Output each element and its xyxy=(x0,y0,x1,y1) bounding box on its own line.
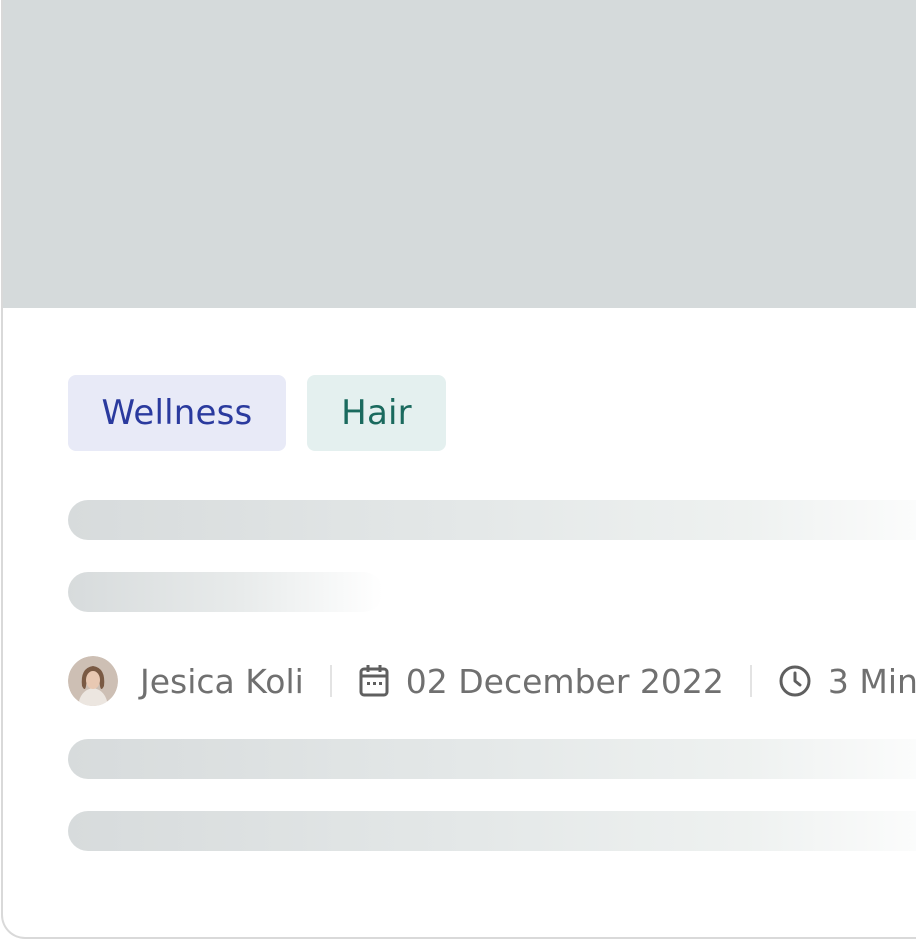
title-skeleton-line-1 xyxy=(68,500,916,540)
article-card[interactable]: Wellness Hair Jesica Koli 02 December 20… xyxy=(1,0,916,939)
article-meta: Jesica Koli 02 December 2022 3 Min. Read xyxy=(68,655,916,707)
tag-wellness[interactable]: Wellness xyxy=(68,375,286,451)
author-avatar[interactable] xyxy=(68,656,118,706)
author-name[interactable]: Jesica Koli xyxy=(140,662,304,701)
excerpt-skeleton-line-1 xyxy=(68,739,916,779)
tag-wellness-label: Wellness xyxy=(101,393,253,433)
tag-hair-label: Hair xyxy=(341,393,412,433)
hero-image-placeholder xyxy=(3,0,916,308)
calendar-icon xyxy=(358,664,390,698)
tag-hair[interactable]: Hair xyxy=(307,375,446,451)
excerpt-skeleton-line-2 xyxy=(68,811,916,851)
title-skeleton-line-2 xyxy=(68,572,383,612)
read-time: 3 Min. Read xyxy=(827,661,916,701)
publish-date: 02 December 2022 xyxy=(405,661,724,701)
meta-divider xyxy=(749,665,752,697)
meta-divider xyxy=(329,665,332,697)
clock-icon xyxy=(778,664,812,698)
